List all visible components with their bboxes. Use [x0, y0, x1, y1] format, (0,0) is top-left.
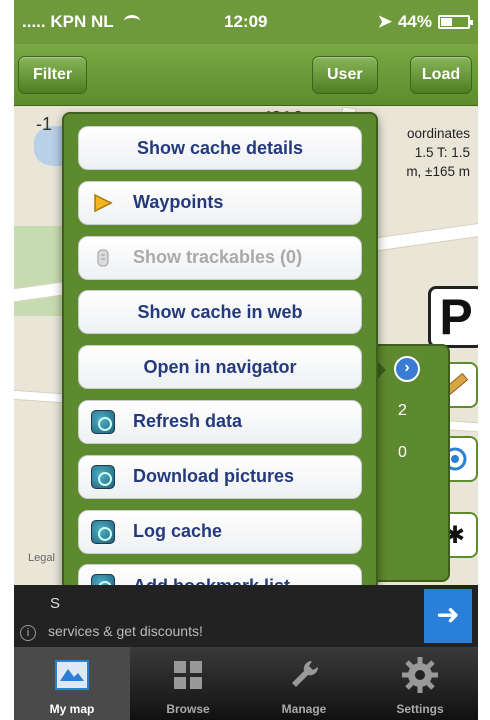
- tab-settings[interactable]: Settings: [362, 647, 478, 720]
- cache-action-menu: Show cache details Waypoints Show tracka…: [62, 112, 378, 609]
- show-cache-details-item[interactable]: Show cache details: [78, 126, 362, 170]
- filter-button[interactable]: Filter: [18, 56, 88, 94]
- flag-icon: [91, 191, 115, 215]
- panel-value-2: 0: [398, 444, 407, 461]
- carrier-label: ..... KPN NL: [22, 12, 141, 32]
- tab-manage[interactable]: Manage: [246, 647, 362, 720]
- show-cache-in-web-item[interactable]: Show cache in web: [78, 290, 362, 335]
- status-bar: ..... KPN NL 12:09 ➤ 44%: [14, 0, 478, 44]
- map-icon: [55, 660, 89, 690]
- disclosure-button[interactable]: ›: [394, 356, 420, 382]
- battery-icon: [438, 15, 473, 29]
- ad-banner[interactable]: S services & get discounts! i ➜: [14, 585, 478, 647]
- battery-indicator: ➤ 44%: [377, 12, 473, 32]
- app-icon: [91, 409, 115, 434]
- open-in-navigator-item[interactable]: Open in navigator: [78, 345, 362, 390]
- ad-text-line1: S: [50, 595, 61, 612]
- parking-marker[interactable]: P: [428, 286, 478, 348]
- info-icon[interactable]: i: [20, 625, 36, 641]
- app-screen: ..... KPN NL 12:09 ➤ 44% Filter User Loa…: [14, 0, 478, 720]
- log-cache-item[interactable]: Log cache: [78, 509, 362, 554]
- status-time: 12:09: [224, 12, 268, 31]
- legal-link[interactable]: Legal: [28, 552, 55, 564]
- trackable-icon: [91, 246, 115, 270]
- ad-arrow-button[interactable]: ➜: [424, 589, 472, 643]
- app-icon: [91, 464, 115, 489]
- load-button[interactable]: Load: [410, 56, 472, 94]
- download-pictures-item[interactable]: Download pictures: [78, 454, 362, 499]
- user-button[interactable]: User: [312, 56, 378, 94]
- location-arrow-icon: ➤: [377, 12, 392, 31]
- tab-my-map[interactable]: My map: [14, 647, 130, 720]
- grid-icon: [174, 661, 202, 689]
- waypoints-item[interactable]: Waypoints: [78, 180, 362, 225]
- wrench-icon: [292, 660, 319, 687]
- wifi-icon: [124, 15, 141, 27]
- tab-browse[interactable]: Browse: [130, 647, 246, 720]
- app-icon: [91, 519, 115, 544]
- refresh-data-item[interactable]: Refresh data: [78, 399, 362, 444]
- gear-icon: [402, 657, 438, 693]
- map-scale-text: -1: [36, 114, 53, 134]
- top-toolbar: Filter User Load: [14, 44, 478, 106]
- panel-value-1: 2: [398, 402, 407, 419]
- show-trackables-item[interactable]: Show trackables (0): [78, 235, 362, 280]
- battery-percent: 44%: [397, 12, 432, 31]
- ad-text-line2: services & get discounts!: [48, 623, 203, 639]
- tab-bar: My map Browse Manage Settings: [14, 647, 478, 720]
